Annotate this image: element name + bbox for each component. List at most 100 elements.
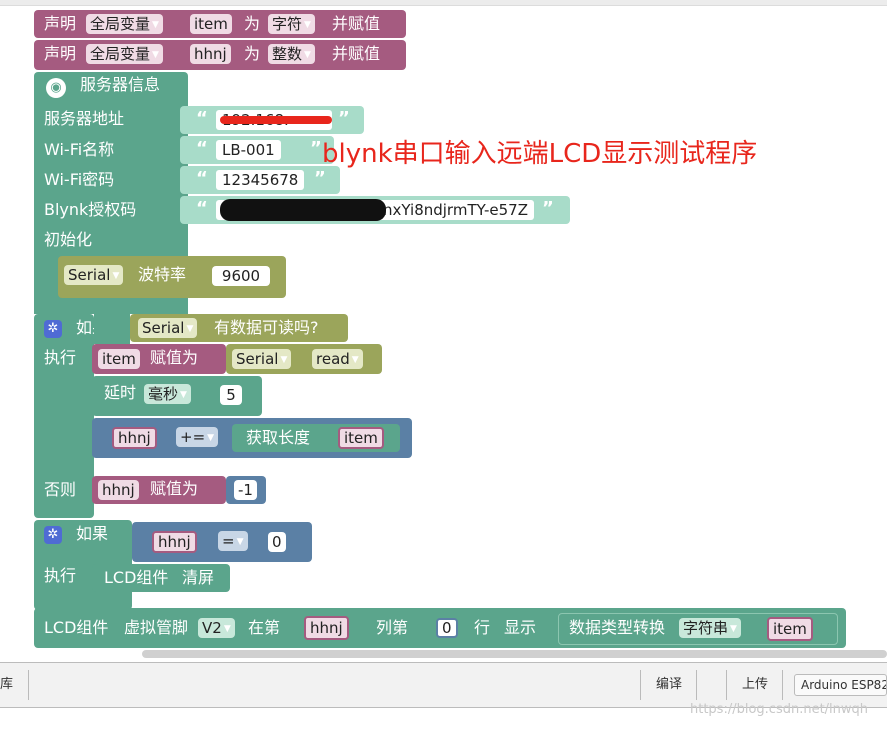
as-label: 为 bbox=[244, 14, 261, 33]
else-value[interactable]: -1 bbox=[234, 480, 257, 500]
if-keyword: 如果 bbox=[76, 524, 109, 543]
library-button[interactable]: 库 bbox=[0, 668, 13, 702]
col-label: 列第 bbox=[376, 618, 409, 637]
if-block-1[interactable]: ✲ 如果 执行 否则 bbox=[34, 314, 108, 518]
var-hhnj-field[interactable]: hhnj bbox=[152, 531, 197, 553]
wifi-password-label: Wi-Fi密码 bbox=[44, 170, 115, 189]
baud-value[interactable]: 9600 bbox=[212, 266, 270, 286]
var-item-field[interactable]: item bbox=[98, 349, 140, 369]
board-select[interactable]: Arduino ESP82 bbox=[794, 674, 887, 696]
col-var-field[interactable]: hhnj bbox=[304, 616, 349, 640]
var-item-field[interactable]: item bbox=[767, 617, 813, 641]
quote-close-icon: ” bbox=[310, 138, 322, 159]
pin-dropdown[interactable]: V2 ▼ bbox=[198, 618, 235, 638]
neg-one-block[interactable]: -1 bbox=[226, 476, 266, 504]
delay-keyword: 延时 bbox=[104, 383, 137, 402]
redaction-mark bbox=[220, 116, 332, 124]
compare-value[interactable]: 0 bbox=[268, 532, 286, 552]
init-label: 初始化 bbox=[44, 230, 93, 249]
row-label: 行 bbox=[474, 618, 491, 637]
quote-close-icon: ” bbox=[314, 168, 326, 189]
lcd-label: LCD组件 bbox=[104, 568, 169, 587]
separator bbox=[640, 670, 641, 700]
serial-dropdown[interactable]: Serial ▼ bbox=[64, 265, 124, 285]
readable-label: 有数据可读吗? bbox=[214, 318, 319, 337]
show-label: 显示 bbox=[504, 618, 537, 637]
wifi-password-string[interactable]: “ 12345678 ” bbox=[180, 166, 340, 194]
quote-open-icon: “ bbox=[196, 138, 208, 159]
read-method-dropdown[interactable]: read ▼ bbox=[312, 349, 363, 369]
else-assign-block[interactable]: hhnj 赋值为 bbox=[92, 476, 226, 504]
do-keyword: 执行 bbox=[44, 348, 77, 367]
declare-hhnj-block[interactable]: 声明 全局变量 ▼ hhnj 为 整数 ▼ 并赋值 bbox=[34, 40, 406, 70]
else-keyword: 否则 bbox=[44, 480, 77, 499]
blynk-auth-string[interactable]: “ nxYi8ndjrmTY-e57Z ” bbox=[180, 196, 570, 224]
lcd-print-block[interactable]: LCD组件 虚拟管脚 V2 ▼ 在第 hhnj 列第 0 行 显示 数据类型转换 … bbox=[34, 608, 846, 648]
quote-open-icon: “ bbox=[196, 198, 208, 219]
length-var-field[interactable]: item bbox=[338, 427, 384, 449]
compare-op-dropdown[interactable]: = ▼ bbox=[218, 531, 248, 551]
horizontal-scrollbar[interactable] bbox=[142, 650, 887, 658]
delay-block[interactable]: 延时 毫秒 ▼ 5 bbox=[92, 376, 262, 416]
program-annotation: blynk串口输入远端LCD显示测试程序 bbox=[322, 139, 758, 169]
var-name-field[interactable]: hhnj bbox=[190, 44, 231, 64]
assign-label: 赋值为 bbox=[150, 348, 199, 367]
top-border bbox=[0, 0, 887, 6]
increment-block[interactable]: hhnj += ▼ 获取长度 item bbox=[92, 418, 412, 458]
serial-begin-block[interactable]: Serial ▼ 波特率 9600 bbox=[58, 256, 286, 298]
type-convert-block[interactable]: 数据类型转换 字符串 ▼ item bbox=[558, 613, 838, 645]
serial-read-block[interactable]: Serial ▼ read ▼ bbox=[226, 344, 382, 374]
wifi-icon: ◉ bbox=[46, 78, 66, 98]
separator bbox=[782, 670, 783, 700]
type-dropdown[interactable]: 整数 ▼ bbox=[268, 44, 315, 64]
compare-block[interactable]: hhnj = ▼ 0 bbox=[132, 522, 312, 562]
redaction-mark bbox=[220, 199, 386, 221]
server-title: 服务器信息 bbox=[80, 75, 161, 94]
var-hhnj-field[interactable]: hhnj bbox=[112, 427, 157, 449]
server-address-label: 服务器地址 bbox=[44, 109, 125, 128]
wifi-name-value[interactable]: LB-001 bbox=[216, 140, 281, 160]
compile-button[interactable]: 编译 bbox=[656, 668, 682, 702]
delay-value[interactable]: 5 bbox=[220, 385, 242, 405]
gear-icon[interactable]: ✲ bbox=[44, 526, 62, 544]
unit-dropdown[interactable]: 毫秒 ▼ bbox=[144, 384, 191, 404]
quote-close-icon: ” bbox=[542, 198, 554, 219]
serial-available-block[interactable]: Serial ▼ 有数据可读吗? bbox=[130, 314, 348, 342]
quote-open-icon: “ bbox=[196, 168, 208, 189]
type-dropdown[interactable]: 字符 ▼ bbox=[268, 14, 315, 34]
assign-label: 并赋值 bbox=[332, 14, 381, 33]
op-dropdown[interactable]: += ▼ bbox=[176, 427, 219, 447]
lcd-label: LCD组件 bbox=[44, 618, 109, 637]
var-hhnj-field[interactable]: hhnj bbox=[98, 480, 139, 500]
serial-dropdown[interactable]: Serial ▼ bbox=[232, 349, 292, 369]
wifi-name-string[interactable]: “ LB-001 ” bbox=[180, 136, 334, 164]
declare-kw: 声明 bbox=[44, 14, 77, 33]
assign-item-block[interactable]: item 赋值为 bbox=[92, 344, 226, 374]
declare-kw: 声明 bbox=[44, 44, 77, 63]
do-keyword: 执行 bbox=[44, 566, 77, 585]
scope-dropdown[interactable]: 全局变量 ▼ bbox=[86, 14, 163, 34]
wifi-password-value[interactable]: 12345678 bbox=[216, 170, 305, 190]
blynk-auth-label: Blynk授权码 bbox=[44, 200, 137, 219]
watermark: https://blog.csdn.net/lnwqh bbox=[690, 702, 869, 717]
serial-dropdown[interactable]: Serial ▼ bbox=[138, 318, 198, 338]
as-label: 为 bbox=[244, 44, 261, 63]
baud-label: 波特率 bbox=[138, 265, 187, 284]
length-block[interactable]: 获取长度 item bbox=[232, 424, 400, 452]
quote-open-icon: “ bbox=[196, 108, 208, 129]
string-type-dropdown[interactable]: 字符串 ▼ bbox=[679, 618, 741, 638]
scope-dropdown[interactable]: 全局变量 ▼ bbox=[86, 44, 163, 64]
lcd-clear-block[interactable]: LCD组件 清屏 bbox=[92, 564, 230, 592]
declare-item-block[interactable]: 声明 全局变量 ▼ item 为 字符 ▼ 并赋值 bbox=[34, 10, 406, 38]
length-keyword: 获取长度 bbox=[246, 428, 311, 447]
var-name-field[interactable]: item bbox=[190, 14, 232, 34]
assign-label: 赋值为 bbox=[150, 479, 199, 498]
gear-icon[interactable]: ✲ bbox=[44, 320, 62, 338]
convert-label: 数据类型转换 bbox=[569, 618, 666, 637]
row-value[interactable]: 0 bbox=[436, 618, 458, 638]
at-label: 在第 bbox=[248, 618, 281, 637]
clear-label: 清屏 bbox=[182, 568, 215, 587]
separator bbox=[726, 670, 727, 700]
upload-button[interactable]: 上传 bbox=[742, 668, 768, 702]
server-address-string[interactable]: “ 192.168. ” bbox=[180, 106, 364, 134]
